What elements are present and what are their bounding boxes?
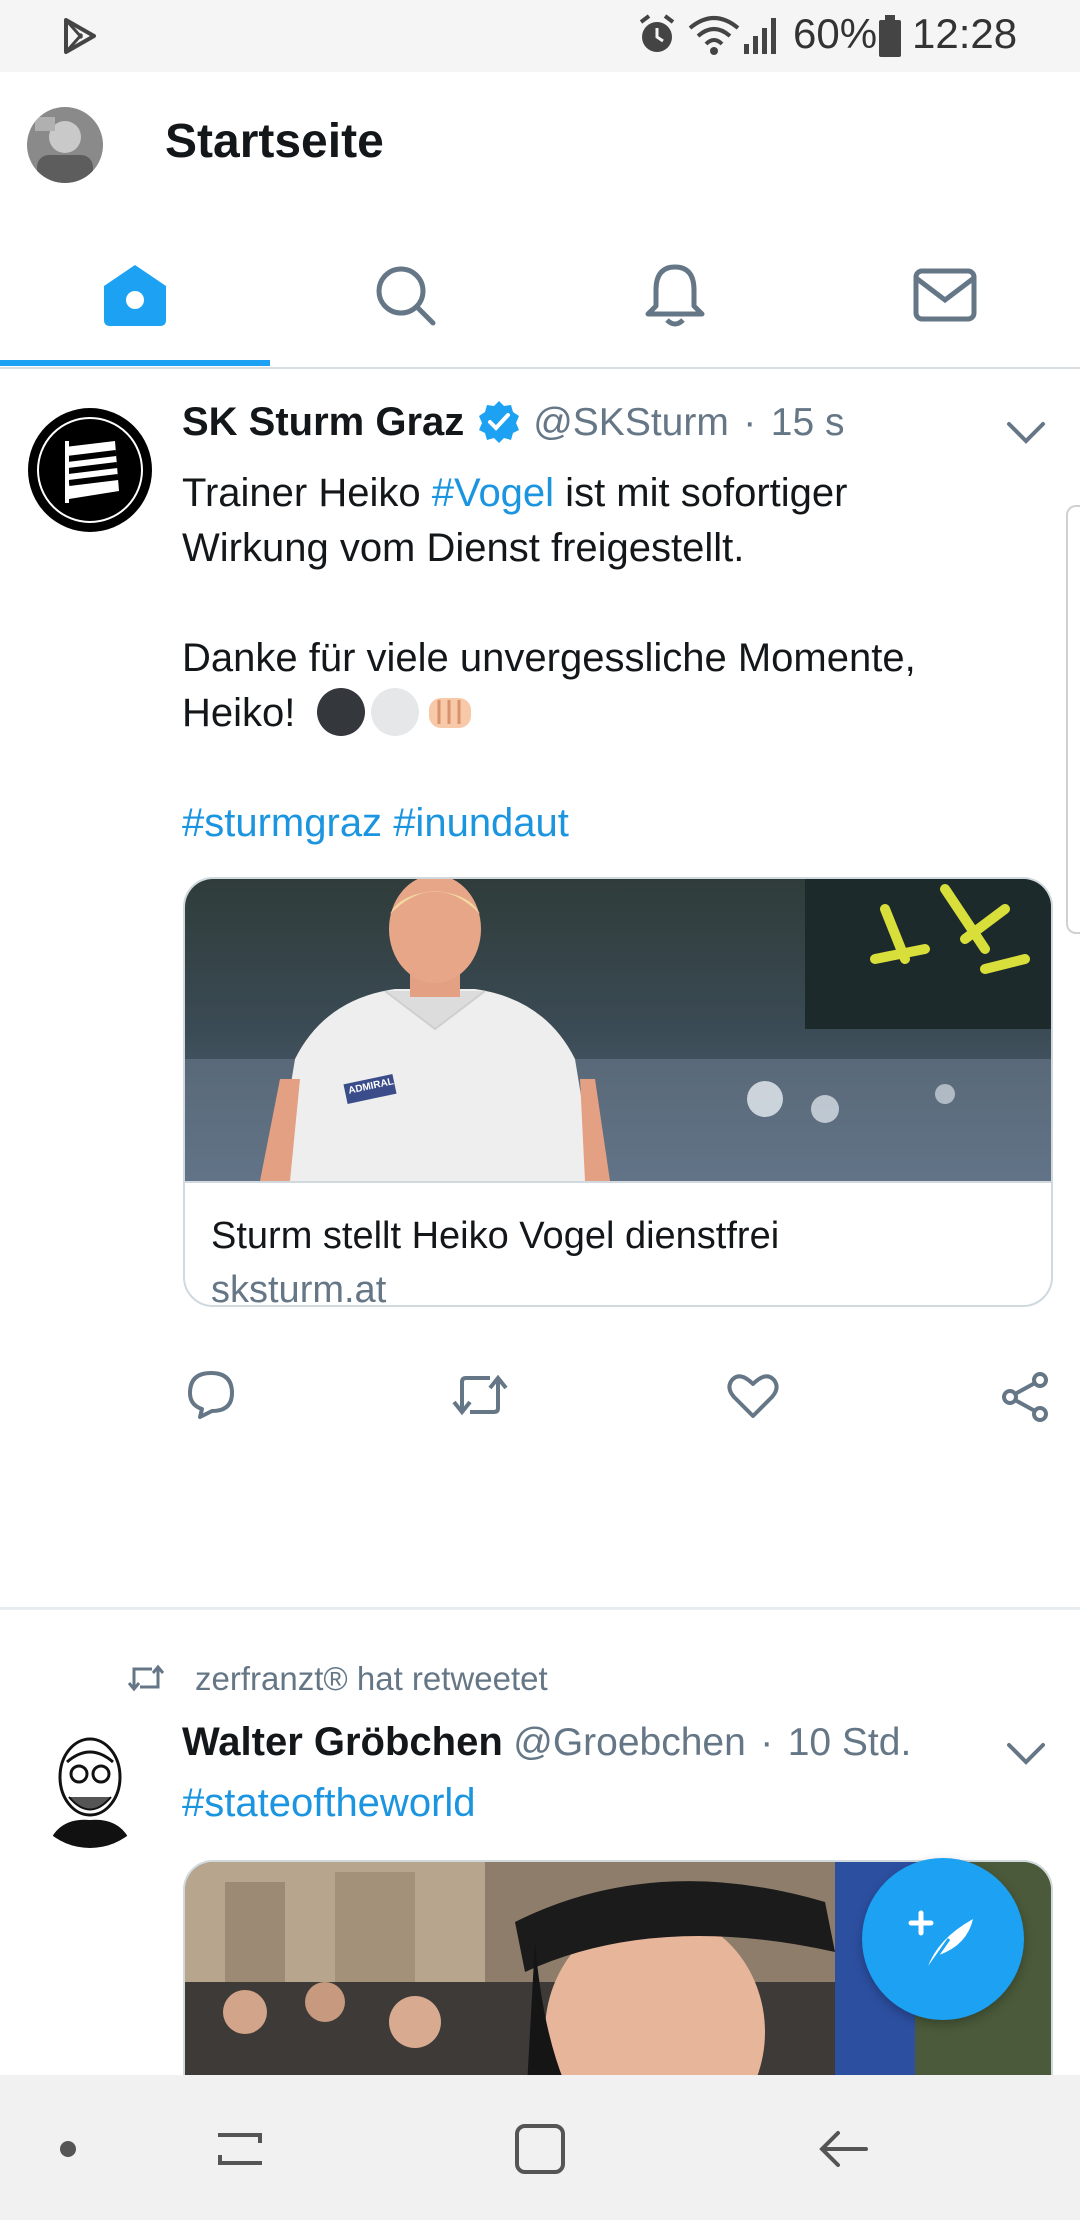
link-card-image: ADMIRAL xyxy=(185,879,1051,1181)
tab-messages[interactable] xyxy=(810,222,1080,367)
verified-badge-icon xyxy=(478,401,519,443)
tweet[interactable]: SK Sturm Graz @SKSturm · 15 s Trainer He… xyxy=(0,369,1080,1607)
profile-avatar[interactable] xyxy=(27,107,103,183)
tweet-text-line: Wirkung vom Dienst freigestellt. xyxy=(182,526,745,570)
tweet-text-line: #sturmgraz #inundaut xyxy=(182,796,1042,851)
like-heart-icon[interactable] xyxy=(726,1372,780,1420)
hashtag-link[interactable]: #inundaut xyxy=(393,801,569,845)
system-navigation-bar xyxy=(0,2075,1080,2220)
tweet-author-avatar[interactable] xyxy=(27,407,153,533)
text-segment: Heiko! xyxy=(182,691,296,735)
fist-emoji-icon xyxy=(428,698,471,728)
wifi-icon xyxy=(688,16,740,55)
separator-dot: · xyxy=(743,401,757,444)
recent-apps-icon[interactable] xyxy=(212,2123,268,2175)
card-divider xyxy=(185,1181,1051,1183)
home-icon xyxy=(104,264,166,326)
mail-icon xyxy=(913,268,977,321)
link-card[interactable]: ADMIRAL Sturm stellt Heiko Vogel dienstf… xyxy=(183,877,1053,1307)
separator-dot: · xyxy=(760,1721,774,1764)
status-bar: 60% 12:28 xyxy=(0,0,1080,72)
tweet-text-line: Trainer Heiko #Vogel ist mit sofortiger xyxy=(182,466,1042,521)
author-name[interactable]: Walter Gröbchen xyxy=(182,1720,503,1764)
link-card-domain: sksturm.at xyxy=(211,1269,387,1307)
hashtag-link[interactable]: #sturmgraz xyxy=(182,801,382,845)
tweet-time: 15 s xyxy=(770,401,845,444)
text-segment: Trainer Heiko xyxy=(182,471,432,515)
tab-bar xyxy=(0,222,1080,369)
hashtag-link[interactable]: #stateoftheworld xyxy=(182,1776,476,1831)
chevron-down-icon[interactable] xyxy=(1006,419,1046,447)
reply-icon[interactable] xyxy=(186,1369,236,1419)
text-segment: ist mit sofortiger xyxy=(554,471,848,515)
clock: 12:28 xyxy=(912,10,1018,57)
share-icon[interactable] xyxy=(1000,1372,1050,1422)
tab-home[interactable] xyxy=(0,222,270,367)
sk-sturm-graz-logo xyxy=(28,408,152,532)
play-store-icon xyxy=(64,18,96,54)
caricature-avatar-image xyxy=(27,1722,153,1848)
signal-icon xyxy=(744,18,776,54)
retweet-icon[interactable] xyxy=(450,1372,510,1418)
back-icon[interactable] xyxy=(816,2123,872,2175)
coach-photo xyxy=(185,879,1051,1181)
tweet-header: SK Sturm Graz @SKSturm · 15 s xyxy=(182,399,844,445)
home-button-icon[interactable] xyxy=(512,2121,568,2177)
tweet-time: 10 Std. xyxy=(787,1721,912,1764)
battery-percent: 60% xyxy=(793,10,878,57)
chevron-down-icon[interactable] xyxy=(1006,1740,1046,1768)
author-handle: @SKSturm xyxy=(533,401,729,444)
bell-icon xyxy=(645,264,705,326)
retweet-small-icon xyxy=(127,1664,165,1692)
white-circle-emoji xyxy=(370,688,419,736)
battery-icon xyxy=(879,15,901,57)
black-circle-emoji xyxy=(316,688,365,736)
top-app-bar: Startseite xyxy=(0,72,1080,222)
tweet-header: Walter Gröbchen @Groebchen · 10 Std. xyxy=(182,1720,911,1765)
tweet-author-avatar[interactable] xyxy=(27,1722,153,1848)
tweet-text: Trainer Heiko #Vogel ist mit sofortiger … xyxy=(182,466,1042,851)
scroll-handle[interactable] xyxy=(1066,505,1080,934)
search-icon xyxy=(376,266,436,325)
hashtag-link[interactable]: #Vogel xyxy=(432,471,554,515)
nav-dot-icon[interactable] xyxy=(60,2141,76,2157)
tab-notifications[interactable] xyxy=(540,222,810,367)
tweet-text-line: Danke für viele unvergessliche Momente, xyxy=(182,636,916,680)
tweet-text-line: Heiko! xyxy=(182,686,1042,741)
retweet-label[interactable]: zerfranzt® hat retweetet xyxy=(195,1660,548,1698)
profile-avatar-image xyxy=(27,107,103,183)
author-handle: @Groebchen xyxy=(513,1721,746,1764)
compose-feather-icon xyxy=(908,1910,973,1974)
compose-tweet-button[interactable] xyxy=(862,1858,1024,2020)
alarm-icon xyxy=(639,14,675,52)
tab-search[interactable] xyxy=(270,222,540,367)
author-name[interactable]: SK Sturm Graz xyxy=(182,400,464,444)
active-tab-indicator xyxy=(0,360,270,366)
page-title: Startseite xyxy=(165,115,384,168)
link-card-title: Sturm stellt Heiko Vogel dienstfrei xyxy=(211,1215,780,1257)
